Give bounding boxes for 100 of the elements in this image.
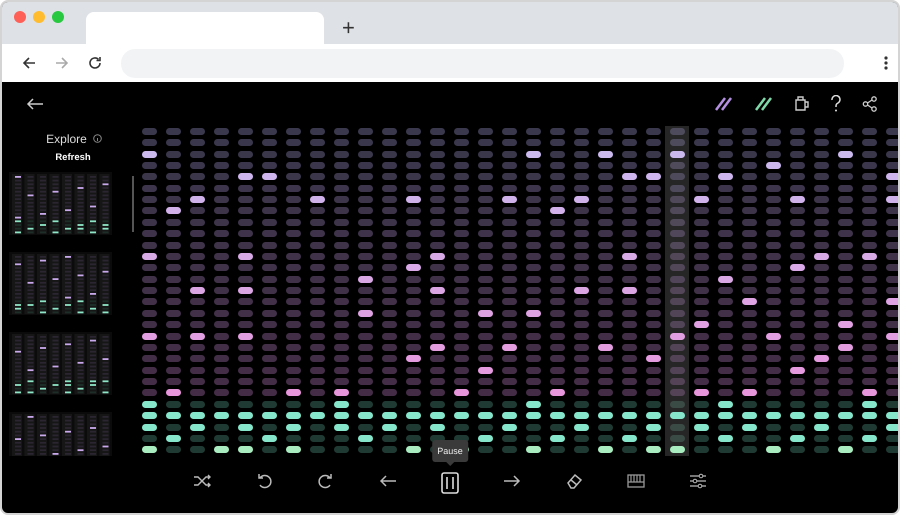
- rhythm-cell[interactable]: [838, 412, 852, 420]
- rhythm-cell[interactable]: [310, 412, 324, 420]
- rhythm-cell[interactable]: [286, 400, 300, 408]
- rhythm-cell[interactable]: [814, 446, 828, 454]
- rhythm-cell[interactable]: [430, 434, 444, 442]
- rhythm-cell[interactable]: [598, 446, 612, 454]
- rhythm-cell[interactable]: [742, 424, 756, 431]
- rhythm-cell[interactable]: [382, 424, 396, 431]
- cup-icon[interactable]: [794, 96, 810, 112]
- rhythm-cell[interactable]: [790, 446, 804, 454]
- pattern-preview[interactable]: [9, 332, 112, 395]
- rhythm-cell[interactable]: [406, 424, 420, 431]
- rhythm-cell[interactable]: [742, 434, 756, 442]
- rhythm-cell[interactable]: [766, 424, 780, 431]
- forward-icon[interactable]: [54, 55, 70, 71]
- rhythm-cell[interactable]: [550, 400, 564, 408]
- rhythm-cell[interactable]: [598, 424, 612, 431]
- rhythm-cell[interactable]: [166, 412, 180, 420]
- rhythm-cell[interactable]: [190, 424, 204, 431]
- rhythm-cell[interactable]: [286, 446, 300, 454]
- rhythm-cell[interactable]: [718, 424, 732, 431]
- rhythm-cell[interactable]: [550, 424, 564, 431]
- rhythm-cell[interactable]: [214, 400, 228, 408]
- rhythm-cell[interactable]: [502, 412, 516, 420]
- rhythm-cell[interactable]: [646, 400, 660, 408]
- rhythm-cell[interactable]: [574, 424, 588, 431]
- rhythm-cell[interactable]: [694, 400, 708, 408]
- rhythm-cell[interactable]: [694, 434, 708, 442]
- rhythm-cell[interactable]: [526, 434, 540, 442]
- rhythm-cell[interactable]: [142, 434, 156, 442]
- rhythm-cell[interactable]: [838, 446, 852, 454]
- rhythm-cell[interactable]: [478, 424, 492, 431]
- rhythm-cell[interactable]: [742, 446, 756, 454]
- rhythm-cell[interactable]: [550, 412, 564, 420]
- rhythm-cell[interactable]: [358, 434, 372, 442]
- rhythm-cell[interactable]: [310, 400, 324, 408]
- pencil-strokes-icon[interactable]: [714, 96, 734, 111]
- maximize-window-button[interactable]: [52, 10, 64, 22]
- rhythm-cell[interactable]: [862, 424, 876, 431]
- rhythm-cell[interactable]: [142, 400, 156, 408]
- rhythm-cell[interactable]: [814, 424, 828, 431]
- rhythm-cell[interactable]: [478, 434, 492, 442]
- rhythm-cell[interactable]: [670, 434, 684, 442]
- rhythm-cell[interactable]: [478, 400, 492, 408]
- pencil-strokes-icon[interactable]: [754, 96, 774, 111]
- rhythm-cell[interactable]: [238, 400, 252, 408]
- rhythm-cell[interactable]: [382, 446, 396, 454]
- rhythm-cell[interactable]: [598, 400, 612, 408]
- rhythm-cell[interactable]: [238, 446, 252, 454]
- rhythm-cell[interactable]: [430, 400, 444, 408]
- rhythm-cell[interactable]: [574, 446, 588, 454]
- rhythm-cell[interactable]: [814, 434, 828, 442]
- rhythm-cell[interactable]: [502, 424, 516, 431]
- rhythm-cell[interactable]: [166, 446, 180, 454]
- rhythm-cell[interactable]: [142, 424, 156, 431]
- rhythm-cell[interactable]: [622, 424, 636, 431]
- rhythm-cell[interactable]: [382, 400, 396, 408]
- rhythm-cell[interactable]: [142, 446, 156, 454]
- rhythm-cell[interactable]: [190, 434, 204, 442]
- rhythm-cell[interactable]: [646, 434, 660, 442]
- rhythm-cell[interactable]: [166, 400, 180, 408]
- rhythm-cell[interactable]: [790, 434, 804, 442]
- rhythm-cell[interactable]: [598, 434, 612, 442]
- rhythm-cell[interactable]: [574, 400, 588, 408]
- rhythm-cell[interactable]: [886, 424, 898, 431]
- rhythm-cell[interactable]: [838, 424, 852, 431]
- rhythm-cell[interactable]: [766, 400, 780, 408]
- rhythm-cell[interactable]: [286, 412, 300, 420]
- rhythm-cell[interactable]: [262, 412, 276, 420]
- rhythm-cell[interactable]: [334, 446, 348, 454]
- rhythm-cell[interactable]: [622, 434, 636, 442]
- rhythm-cell[interactable]: [670, 424, 684, 431]
- rhythm-cell[interactable]: [214, 424, 228, 431]
- rhythm-cell[interactable]: [574, 412, 588, 420]
- rhythm-cell[interactable]: [262, 400, 276, 408]
- rhythm-cell[interactable]: [166, 434, 180, 442]
- rhythm-cell[interactable]: [886, 400, 898, 408]
- rhythm-cell[interactable]: [718, 400, 732, 408]
- rhythm-cell[interactable]: [526, 412, 540, 420]
- rhythm-cell[interactable]: [478, 412, 492, 420]
- minimize-window-button[interactable]: [33, 10, 45, 22]
- rhythm-cell[interactable]: [526, 424, 540, 431]
- rhythm-cell[interactable]: [718, 434, 732, 442]
- rhythm-cell[interactable]: [166, 424, 180, 431]
- rhythm-cell[interactable]: [550, 446, 564, 454]
- rhythm-cell[interactable]: [646, 446, 660, 454]
- rhythm-cell[interactable]: [334, 424, 348, 431]
- rhythm-cell[interactable]: [430, 412, 444, 420]
- back-icon[interactable]: [20, 55, 36, 71]
- browser-tab[interactable]: [86, 12, 324, 44]
- info-icon[interactable]: [92, 134, 102, 144]
- rhythm-cell[interactable]: [886, 412, 898, 420]
- rhythm-cell[interactable]: [886, 434, 898, 442]
- rhythm-cell[interactable]: [766, 412, 780, 420]
- rhythm-cell[interactable]: [718, 412, 732, 420]
- rhythm-cell[interactable]: [238, 412, 252, 420]
- rhythm-cell[interactable]: [214, 434, 228, 442]
- rhythm-cell[interactable]: [262, 446, 276, 454]
- rhythm-cell[interactable]: [382, 412, 396, 420]
- rhythm-cell[interactable]: [286, 424, 300, 431]
